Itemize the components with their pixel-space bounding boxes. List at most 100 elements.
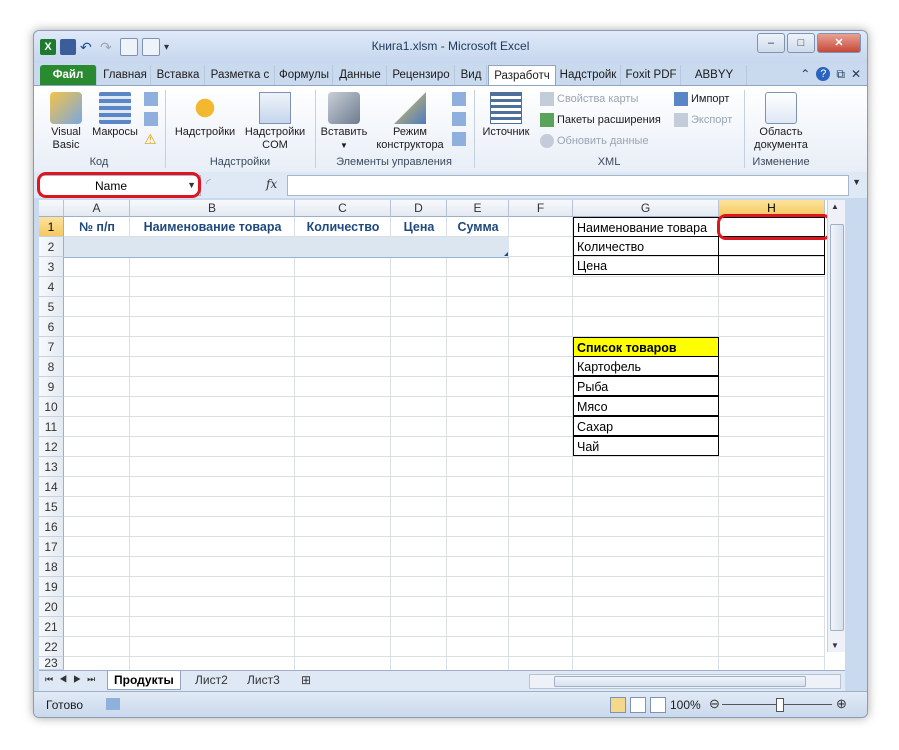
insert-control-button[interactable]: Вставить ▼ xyxy=(318,92,370,152)
scroll-thumb[interactable] xyxy=(830,224,844,631)
row-header[interactable]: 9 xyxy=(39,377,64,397)
tab-developer[interactable]: Разработч xyxy=(488,65,556,87)
expand-formula-icon[interactable]: ▼ xyxy=(852,177,861,187)
scroll-down-icon[interactable]: ▼ xyxy=(831,641,839,650)
worksheet-grid[interactable]: A B C D E F G H 1 2 3 4 5 6 7 8 9 10 11 … xyxy=(39,200,845,670)
form-label-cell[interactable]: Цена xyxy=(573,255,719,275)
table-header-cell[interactable]: Количество xyxy=(295,217,391,237)
view-code-icon[interactable] xyxy=(452,112,466,126)
relative-refs-icon[interactable] xyxy=(144,112,158,126)
list-item[interactable]: Чай xyxy=(573,436,719,456)
collapse-ribbon-icon[interactable]: ⌃ xyxy=(800,67,810,82)
column-header-b[interactable]: B xyxy=(130,200,295,217)
close-button[interactable]: ✕ xyxy=(817,33,861,53)
minimize-button[interactable]: – xyxy=(757,33,785,53)
column-header-f[interactable]: F xyxy=(509,200,573,217)
row-header[interactable]: 10 xyxy=(39,397,64,417)
table-header-cell[interactable]: Сумма xyxy=(447,217,509,237)
page-break-view-icon[interactable] xyxy=(650,697,666,713)
addins-button[interactable]: Надстройки xyxy=(172,92,238,139)
row-header[interactable]: 8 xyxy=(39,357,64,377)
column-header-e[interactable]: E xyxy=(447,200,509,217)
tab-page-layout[interactable]: Разметка с xyxy=(206,65,275,85)
zoom-slider-knob[interactable] xyxy=(776,698,784,712)
cancel-formula-icon[interactable]: ◜ xyxy=(206,176,211,190)
row-header[interactable]: 5 xyxy=(39,297,64,317)
scroll-thumb[interactable] xyxy=(554,676,806,687)
scroll-up-icon[interactable]: ▲ xyxy=(831,202,839,211)
expansion-packs-button[interactable]: Пакеты расширения xyxy=(540,113,661,127)
zoom-out-icon[interactable]: ⊖ xyxy=(709,696,720,712)
row-header[interactable]: 4 xyxy=(39,277,64,297)
map-properties-button[interactable]: Свойства карты xyxy=(540,92,638,106)
tab-file[interactable]: Файл xyxy=(40,65,97,85)
xml-source-button[interactable]: Источник xyxy=(478,92,534,139)
vertical-scrollbar[interactable]: ▲ ▼ xyxy=(827,200,845,652)
tab-review[interactable]: Рецензиро xyxy=(388,65,455,85)
row-header[interactable]: 1 xyxy=(39,217,64,237)
row-header[interactable]: 15 xyxy=(39,497,64,517)
visual-basic-button[interactable]: Visual Basic xyxy=(44,92,88,152)
horizontal-scrollbar[interactable] xyxy=(529,674,841,689)
tab-home[interactable]: Главная xyxy=(100,65,151,85)
list-item[interactable]: Сахар xyxy=(573,416,719,436)
restore-icon[interactable]: ⧉ xyxy=(836,67,845,82)
table-header-cell[interactable]: № п/п xyxy=(64,217,130,237)
zoom-level[interactable]: 100% xyxy=(670,698,701,712)
formula-input[interactable] xyxy=(287,175,849,196)
com-addins-button[interactable]: Надстройки COM xyxy=(240,92,310,152)
sheet-nav-icons[interactable]: ⏮◀▶⏭ xyxy=(45,674,101,685)
column-header-d[interactable]: D xyxy=(391,200,447,217)
row-header[interactable]: 23 xyxy=(39,657,64,670)
table-header-cell[interactable]: Наименование товара xyxy=(130,217,295,237)
row-header[interactable]: 20 xyxy=(39,597,64,617)
macro-security-icon[interactable]: ⚠ xyxy=(144,132,158,146)
macro-record-icon[interactable] xyxy=(106,698,120,710)
insert-sheet-icon[interactable]: ⊞ xyxy=(295,671,317,689)
list-item[interactable]: Рыба xyxy=(573,376,719,396)
column-header-c[interactable]: C xyxy=(295,200,391,217)
tab-addins[interactable]: Надстройк xyxy=(556,65,621,85)
insert-function-icon[interactable]: fx xyxy=(266,177,277,191)
refresh-data-button[interactable]: Обновить данные xyxy=(540,134,649,148)
form-label-cell[interactable]: Количество xyxy=(573,236,719,256)
tab-view[interactable]: Вид xyxy=(456,65,487,85)
tab-data[interactable]: Данные xyxy=(334,65,387,85)
row-header[interactable]: 12 xyxy=(39,437,64,457)
page-layout-view-icon[interactable] xyxy=(630,697,646,713)
tab-formulas[interactable]: Формулы xyxy=(276,65,333,85)
table-header-cell[interactable]: Цена xyxy=(391,217,447,237)
tab-foxit-pdf[interactable]: Foxit PDF xyxy=(622,65,681,85)
row-header[interactable]: 22 xyxy=(39,637,64,657)
row-header[interactable]: 16 xyxy=(39,517,64,537)
list-item[interactable]: Мясо xyxy=(573,396,719,416)
input-cell[interactable] xyxy=(718,255,825,275)
row-header[interactable]: 3 xyxy=(39,257,64,277)
design-mode-button[interactable]: Режим конструктора xyxy=(372,92,448,152)
row-header[interactable]: 6 xyxy=(39,317,64,337)
sheet-tab-products[interactable]: Продукты xyxy=(107,671,181,690)
tab-abbyy-pdf[interactable]: ABBYY PDF xyxy=(682,65,747,101)
row-header[interactable]: 17 xyxy=(39,537,64,557)
maximize-button[interactable]: □ xyxy=(787,33,815,53)
sheet-tab-list3[interactable]: Лист3 xyxy=(241,671,286,689)
row-header[interactable]: 11 xyxy=(39,417,64,437)
record-macro-icon[interactable] xyxy=(144,92,158,106)
select-all-corner[interactable] xyxy=(39,200,64,217)
row-header[interactable]: 2 xyxy=(39,237,64,257)
list-item[interactable]: Картофель xyxy=(573,356,719,376)
macros-button[interactable]: Макросы xyxy=(90,92,140,139)
close-workbook-icon[interactable]: ✕ xyxy=(851,67,861,82)
tab-insert[interactable]: Вставка xyxy=(152,65,205,85)
row-header[interactable]: 14 xyxy=(39,477,64,497)
help-icon[interactable]: ? xyxy=(816,67,831,81)
row-header[interactable]: 19 xyxy=(39,577,64,597)
run-dialog-icon[interactable] xyxy=(452,132,466,146)
export-button[interactable]: Экспорт xyxy=(674,113,732,127)
row-header[interactable]: 18 xyxy=(39,557,64,577)
import-button[interactable]: Импорт xyxy=(674,92,729,106)
row-header[interactable]: 13 xyxy=(39,457,64,477)
document-panel-button[interactable]: Область документа xyxy=(748,92,814,152)
sheet-tab-list2[interactable]: Лист2 xyxy=(189,671,234,689)
table-resize-handle[interactable] xyxy=(504,252,508,256)
